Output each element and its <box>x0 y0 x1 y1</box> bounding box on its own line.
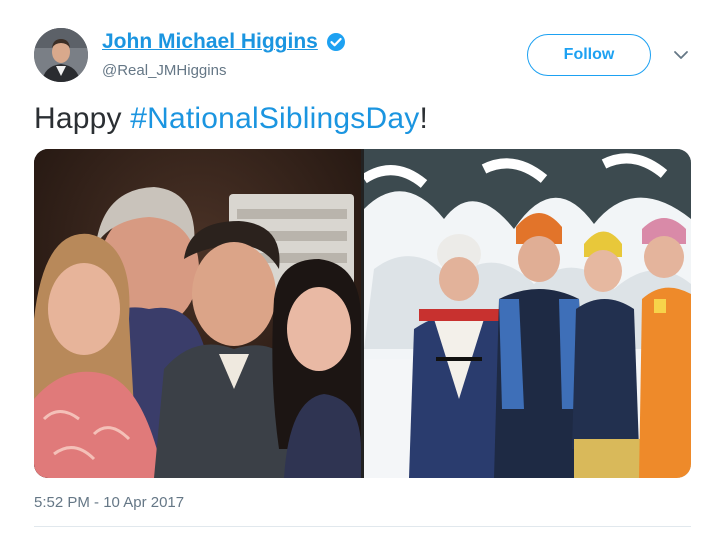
tweet-card: John Michael Higgins @Real_JMHiggins Fol… <box>0 0 720 536</box>
display-name[interactable]: John Michael Higgins <box>102 30 318 54</box>
tweet-text-after: ! <box>419 102 428 135</box>
media-grid <box>34 149 691 478</box>
tweet-text: Happy #NationalSiblingsDay! <box>34 102 428 136</box>
user-handle[interactable]: @Real_JMHiggins <box>102 62 226 79</box>
chevron-down-icon[interactable] <box>673 48 689 60</box>
tweet-text-before: Happy <box>34 102 131 135</box>
right-photo[interactable] <box>364 149 691 478</box>
follow-button[interactable]: Follow <box>527 34 651 76</box>
tweet-timestamp[interactable]: 5:52 PM - 10 Apr 2017 <box>34 494 184 511</box>
divider <box>34 526 691 527</box>
avatar[interactable] <box>34 28 88 82</box>
display-name-row: John Michael Higgins <box>102 30 346 54</box>
left-photo[interactable] <box>34 149 361 478</box>
hashtag-link[interactable]: #NationalSiblingsDay <box>130 102 419 135</box>
verified-badge-icon <box>326 32 346 52</box>
